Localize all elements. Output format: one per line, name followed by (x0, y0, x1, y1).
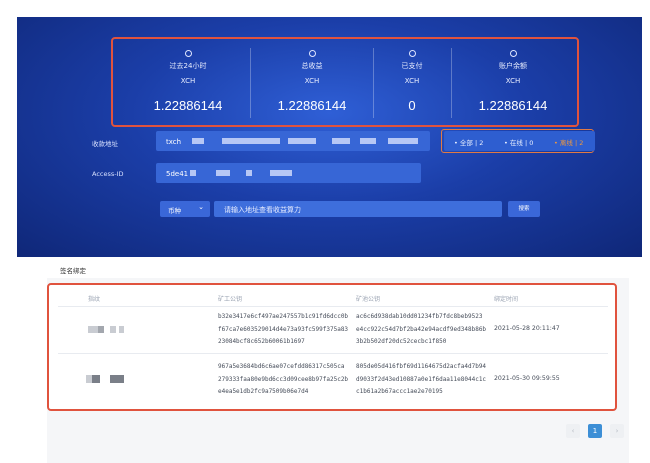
pie-icon (408, 50, 416, 57)
stat-title: 已支付 (401, 62, 423, 70)
status-filter: • 全部 | 2 • 在线 | 0 • 离线 | 2 (444, 131, 595, 151)
key-line: 967a5e3684bd6c6ae07cefdd86317c505ca (218, 363, 345, 370)
key-line: 3b2b502df20dc52cecbc1f850 (356, 338, 447, 345)
key-line: 23084bcf8c652b60061b1697 (218, 338, 305, 345)
stat-value: 1.22886144 (153, 98, 223, 113)
stat-value: 0 (408, 98, 416, 113)
header-bind-time: 绑定时间 (494, 296, 519, 303)
chevron-down-icon: ⌄ (198, 203, 204, 211)
stat-unit: XCH (304, 77, 320, 85)
prev-page-button[interactable]: ‹ (566, 424, 580, 438)
stat-balance: 账户余额 XCH 1.22886144 (452, 50, 574, 120)
stat-value: 1.22886144 (478, 98, 548, 113)
address-label: 收款地址 (92, 140, 118, 148)
address-value: txch (166, 138, 182, 146)
check-circle-icon (308, 50, 316, 57)
stat-title: 总收益 (301, 62, 323, 70)
stat-value: 1.22886144 (277, 98, 347, 113)
search-button[interactable]: 搜索 (508, 201, 540, 217)
key-line: b32e3417e6cf497ae247557b1c91fd6dcc0b (218, 313, 349, 320)
page-1-button[interactable]: 1 (588, 424, 602, 438)
divider (58, 353, 608, 354)
bind-time: 2021-05-30 09:59:55 (494, 375, 560, 382)
divider (58, 306, 608, 307)
search-input[interactable]: 请输入地址查看收益算力 (214, 201, 502, 217)
stat-divider (250, 48, 251, 118)
access-id-field[interactable]: 5de41 (156, 163, 421, 183)
filter-offline[interactable]: • 离线 | 2 (554, 137, 583, 147)
key-line: ac6c6d938dab10dd01234fb7fdc8beb9523 (356, 313, 483, 320)
stat-24h: 过去24小时 XCH 1.22886144 (128, 50, 248, 120)
miner-key: 967a5e3684bd6c6ae07cefdd86317c505ca 2793… (218, 361, 348, 399)
key-line: 805de05d416fbf69d1164675d2acfa4d7b94 (356, 363, 487, 370)
key-line: e4cc922c54d7bf2ba42e94acdf9ed348b86b (356, 325, 487, 333)
stat-paid: 已支付 XCH 0 (374, 50, 450, 120)
header-fingerprint: 指纹 (88, 296, 101, 303)
key-line: 279333faa80e9bd6cc3d09cee8b97fa25c2b (218, 375, 349, 383)
bind-time: 2021-05-28 20:11:47 (494, 325, 560, 332)
key-line: e4ea5e1db2fc9a7509b06e7d4 (218, 388, 309, 395)
pool-dashboard: 过去24小时 XCH 1.22886144 总收益 XCH 1.22886144… (0, 0, 650, 463)
clock-icon (184, 50, 192, 57)
section-title: 签名绑定 (60, 267, 86, 275)
coin-icon (509, 50, 517, 57)
pool-key: 805de05d416fbf69d1164675d2acfa4d7b94 d90… (356, 361, 486, 399)
filter-online[interactable]: • 在线 | 0 (504, 137, 533, 147)
next-page-button[interactable]: › (610, 424, 624, 438)
header-miner-key: 矿工公钥 (218, 296, 243, 303)
stat-total: 总收益 XCH 1.22886144 (252, 50, 372, 120)
currency-select[interactable]: 币种 ⌄ (160, 201, 210, 217)
header-pool-key: 矿池公钥 (356, 296, 381, 303)
key-line: f67ca7e603529014d4e73a93fc599f375a83 (218, 325, 349, 333)
pool-key: ac6c6d938dab10dd01234fb7fdc8beb9523 e4cc… (356, 311, 486, 349)
filter-all[interactable]: • 全部 | 2 (454, 137, 483, 147)
stat-unit: XCH (505, 77, 521, 85)
access-id-value: 5de41 (166, 170, 189, 178)
stat-unit: XCH (404, 77, 420, 85)
key-line: d9033f2d43ed10887a0e1f6daa11e8044c1c (356, 375, 487, 383)
currency-label: 币种 (168, 207, 181, 215)
access-id-label: Access-ID (92, 170, 124, 178)
stat-unit: XCH (180, 77, 196, 85)
address-field[interactable]: txch (156, 131, 430, 151)
key-line: c1b61a2b67accc1ae2e70195 (356, 388, 443, 395)
miner-key: b32e3417e6cf497ae247557b1c91fd6dcc0b f67… (218, 311, 348, 349)
stat-title: 过去24小时 (169, 62, 207, 70)
search-placeholder: 请输入地址查看收益算力 (224, 206, 301, 214)
stat-title: 账户余额 (499, 62, 527, 70)
